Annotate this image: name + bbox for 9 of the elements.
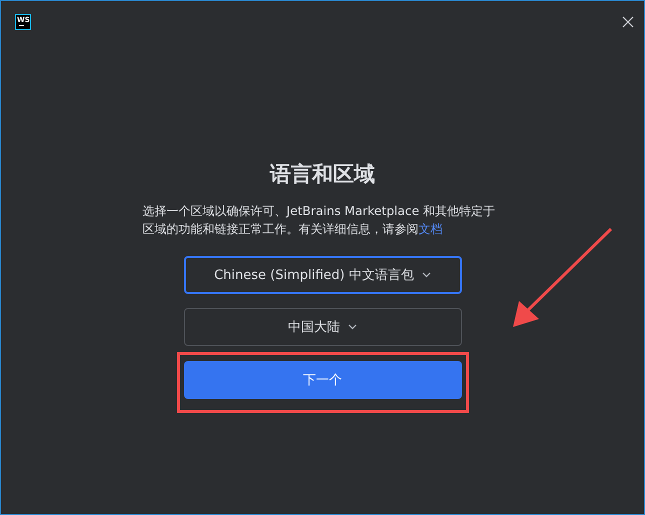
chevron-down-icon: [348, 324, 357, 330]
docs-link[interactable]: 文档: [418, 222, 442, 236]
chevron-down-icon: [422, 272, 431, 278]
description-text: 选择一个区域以确保许可、JetBrains Marketplace 和其他特定于区域的功能和链接正常工作。有关详细信息，请参阅文档: [142, 203, 496, 238]
dialog-title: 语言和区域: [270, 161, 375, 188]
close-icon[interactable]: [622, 16, 634, 28]
dropdown[interactable]: Chinese (Simplified) 中文语言包: [184, 256, 462, 294]
dropdown[interactable]: 中国大陆: [184, 308, 462, 346]
next-button[interactable]: 下一个: [184, 361, 462, 399]
